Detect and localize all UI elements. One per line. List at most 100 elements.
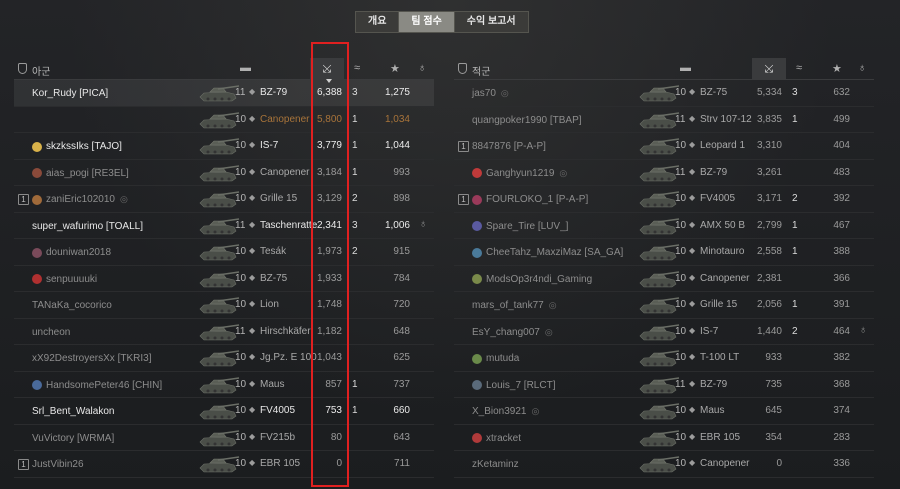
player-row[interactable]: 1 FOURLOKO_1 [P-A-P] 10 ◆ FV4005 3,171 2 392 — [454, 186, 874, 213]
medal-icon[interactable]: ♁ — [858, 62, 866, 74]
player-name[interactable]: super_wafurimo [TOALL] — [32, 221, 143, 232]
xp-value: 382 — [833, 352, 850, 363]
player-name[interactable]: 8847876 [P-A-P] — [472, 141, 546, 152]
tank-image — [636, 162, 680, 184]
xp-star-icon[interactable]: ★ — [832, 62, 842, 75]
player-row[interactable]: douniwan2018 10 ◆ Tesák 1,973 2 915 — [14, 239, 434, 266]
player-row[interactable]: uncheon 11 ◆ Hirschkäfer 1,182 648 — [14, 319, 434, 345]
player-name[interactable]: ModsOp3r4ndi_Gaming — [486, 274, 592, 285]
player-name[interactable]: quangpoker1990 [TBAP] — [472, 115, 582, 126]
player-row[interactable]: Srl_Bent_Walakon 10 ◆ FV4005 753 1 660 — [14, 398, 434, 425]
player-row[interactable]: skzkssIks [TAJO] 10 ◆ IS-7 3,779 1 1,044 — [14, 133, 434, 160]
player-name[interactable]: CheeTahz_MaxziMaz [SA_GA] — [486, 247, 623, 258]
player-name[interactable]: TANaKa_cocorico — [32, 300, 112, 311]
tank-icon[interactable]: ▬ — [240, 62, 251, 74]
medal-icon[interactable]: ♁ — [418, 62, 426, 74]
tank-class-icon: ◆ — [689, 405, 696, 414]
player-name[interactable]: Kor_Rudy [PICA] — [32, 88, 108, 99]
player-row[interactable]: xX92DestroyersXx [TKRI3] 10 ◆ Jg.Pz. E 100 1… — [14, 345, 434, 372]
kills-icon[interactable]: ≈ — [796, 62, 802, 74]
xp-value: 648 — [393, 325, 410, 337]
player-row[interactable]: zKetaminz 10 ◆ Canopener 0 336 — [454, 451, 874, 478]
player-row[interactable]: mutuda 10 ◆ T-100 LT 933 382 — [454, 345, 874, 372]
player-row[interactable]: quangpoker1990 [TBAP] 11 ◆ Strv 107-12 3,835… — [454, 107, 874, 133]
player-name[interactable]: zKetaminz — [472, 459, 519, 470]
xp-star-icon[interactable]: ★ — [390, 62, 400, 75]
player-row[interactable]: Ganghyun1219 ◎ 11 ◆ BZ-79 3,261 483 — [454, 160, 874, 186]
player-name[interactable]: EsY_chang007 — [472, 327, 540, 338]
kills-icon[interactable]: ≈ — [354, 62, 360, 74]
player-row[interactable]: 10 ◆ Canopener 5,800 1 1,034 — [14, 107, 434, 133]
player-name[interactable]: JustVibin26 — [32, 459, 84, 470]
player-name[interactable]: zaniEric102010 — [46, 194, 115, 205]
tank-class-icon: ◆ — [249, 325, 256, 335]
tank-image — [636, 374, 680, 396]
tab-team-score[interactable]: 팀 점수 — [399, 12, 455, 32]
player-row[interactable]: Spare_Tire [LUV_] 10 ◆ AMX 50 B 2,799 1 467 — [454, 213, 874, 239]
player-row[interactable]: X_Bion3921 ◎ 10 ◆ Maus 645 374 — [454, 398, 874, 425]
player-row[interactable]: CheeTahz_MaxziMaz [SA_GA] 10 ◆ Minotauro 2,5… — [454, 239, 874, 266]
tank-class-icon: ◆ — [249, 405, 256, 414]
player-name[interactable]: FOURLOKO_1 [P-A-P] — [486, 194, 588, 205]
player-row[interactable]: super_wafurimo [TOALL] 11 ◆ Taschenratte 2,3… — [14, 213, 434, 239]
tank-image — [636, 215, 680, 237]
player-name[interactable]: X_Bion3921 — [472, 406, 527, 417]
tank-class-icon: ◆ — [249, 299, 256, 308]
player-name[interactable]: xtracket — [486, 433, 521, 444]
tank-icon[interactable]: ▬ — [680, 62, 691, 74]
hidden-eye-icon: ◎ — [544, 326, 553, 337]
tank-tier: 10 — [235, 272, 247, 284]
player-name[interactable]: VuVictory [WRMA] — [32, 433, 114, 444]
player-row[interactable]: TANaKa_cocorico 10 ◆ Lion 1,748 720 — [14, 292, 434, 319]
player-row[interactable]: 1 JustVibin26 10 ◆ EBR 105 0 711 — [14, 451, 434, 478]
tank-name: Strv 107-12 — [700, 113, 752, 125]
player-row[interactable]: mars_of_tank77 ◎ 10 ◆ Grille 15 2,056 1 391 — [454, 292, 874, 319]
kills-value: 2 — [352, 246, 358, 257]
tank-image — [196, 82, 240, 104]
player-row[interactable]: ModsOp3r4ndi_Gaming 10 ◆ Canopener 2,381 366 — [454, 266, 874, 292]
medal-icon: ♁ — [419, 217, 428, 230]
tab-earnings-report[interactable]: 수익 보고서 — [455, 12, 528, 32]
damage-value: 2,799 — [756, 219, 782, 231]
player-name[interactable]: HandsomePeter46 [CHIN] — [46, 380, 162, 391]
kills-value: 1 — [792, 113, 798, 125]
player-row[interactable]: aias_pogi [RE3EL] 10 ◆ Canopener 3,184 1 993 — [14, 160, 434, 186]
player-name[interactable]: senpuuuuki — [46, 274, 97, 285]
player-row[interactable]: 1 zaniEric102010 ◎ 10 ◆ Grille 15 3,129 2 898 — [14, 186, 434, 213]
player-row[interactable]: EsY_chang007 ◎ 10 ◆ IS-7 1,440 2 464 ♁ — [454, 319, 874, 345]
player-row[interactable]: xtracket 10 ◆ EBR 105 354 283 — [454, 425, 874, 451]
player-row[interactable]: jas70 ◎ 10 ◆ BZ-75 5,334 3 632 — [454, 80, 874, 107]
player-row[interactable]: 1 8847876 [P-A-P] 10 ◆ Leopard 1 3,310 404 — [454, 133, 874, 160]
ally-team-header: 아군 ▬ ⤩ ≈ ★ ♁ — [14, 58, 434, 80]
platform-icon: 1 — [18, 459, 29, 470]
player-row[interactable]: Kor_Rudy [PICA] 11 ◆ BZ-79 6,388 3 1,275 — [14, 80, 434, 107]
player-name[interactable]: xX92DestroyersXx [TKRI3] — [32, 353, 151, 364]
ally-player-list: Kor_Rudy [PICA] 11 ◆ BZ-79 6,388 3 1,275 10 ◆ Can… — [14, 80, 434, 478]
tank-name: Hirschkäfer — [260, 325, 311, 337]
tank-image — [636, 427, 680, 449]
platform-icon: 1 — [458, 141, 469, 152]
player-name[interactable]: Srl_Bent_Walakon — [32, 406, 114, 417]
player-name[interactable]: mars_of_tank77 — [472, 300, 544, 311]
player-row[interactable]: senpuuuuki 10 ◆ BZ-75 1,933 784 — [14, 266, 434, 292]
player-name[interactable]: Spare_Tire [LUV_] — [486, 221, 568, 232]
player-name[interactable]: jas70 — [472, 88, 496, 99]
xp-value: 660 — [393, 405, 410, 416]
player-row[interactable]: HandsomePeter46 [CHIN] 10 ◆ Maus 857 1 737 — [14, 372, 434, 398]
tank-class-icon: ◆ — [249, 166, 256, 176]
platform-icon — [458, 353, 469, 364]
player-name[interactable]: skzkssIks [TAJO] — [46, 141, 122, 152]
player-name[interactable]: douniwan2018 — [46, 247, 111, 258]
player-name[interactable]: uncheon — [32, 327, 70, 338]
player-row[interactable]: Louis_7 [RLCT] 11 ◆ BZ-79 735 368 — [454, 372, 874, 398]
xp-value: 366 — [833, 272, 850, 284]
shield-icon — [458, 63, 467, 74]
player-name[interactable]: mutuda — [486, 353, 519, 364]
player-name[interactable]: aias_pogi [RE3EL] — [46, 168, 129, 179]
player-name[interactable]: Louis_7 [RLCT] — [486, 380, 555, 391]
tab-overview[interactable]: 개요 — [356, 12, 400, 32]
damage-icon[interactable]: ⤩ — [752, 58, 786, 80]
player-name[interactable]: Ganghyun1219 — [486, 168, 554, 179]
player-row[interactable]: VuVictory [WRMA] 10 ◆ FV215b 80 643 — [14, 425, 434, 451]
platform-icon — [458, 380, 469, 391]
